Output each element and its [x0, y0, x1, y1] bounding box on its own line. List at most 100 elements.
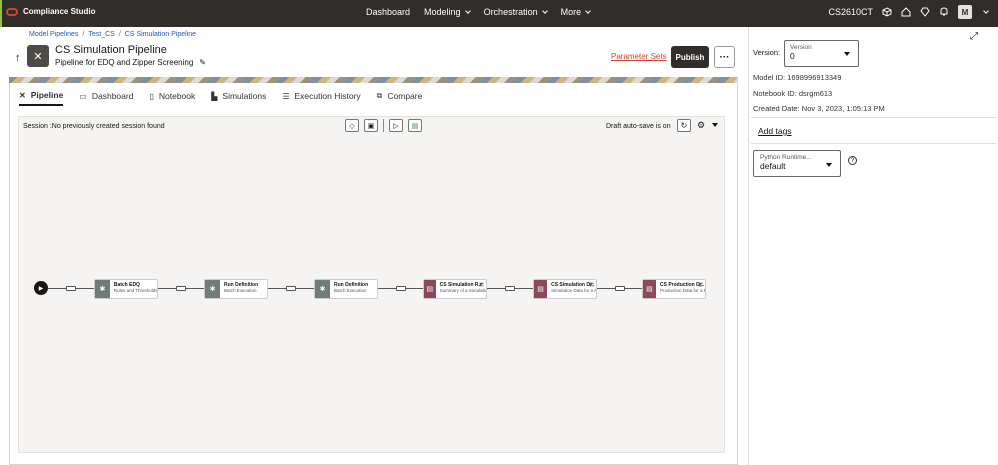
version-field-label: Version [790, 44, 812, 51]
connector-port[interactable] [395, 286, 406, 291]
nav-label: Orchestration [483, 7, 538, 17]
bell-icon[interactable] [939, 7, 949, 17]
node-description: Production Data for a Run [659, 288, 705, 293]
tab-compare[interactable]: ⧉ Compare [377, 91, 423, 105]
edit-pencil-icon[interactable]: ✎ [199, 58, 206, 67]
add-tags-link[interactable]: Add tags [758, 126, 792, 136]
pipeline-icon: ✕ [27, 45, 49, 67]
start-node-play-icon[interactable]: ▶ [34, 281, 48, 295]
connector-port[interactable] [286, 286, 296, 291]
node-description: Batch Execution [334, 288, 367, 293]
page-title: CS Simulation Pipeline [55, 44, 167, 56]
tab-notebook[interactable]: ▯ Notebook [149, 91, 195, 105]
node-description: Summary of a Simulation Run [439, 288, 486, 293]
connector-port[interactable] [66, 286, 76, 291]
help-icon[interactable]: ? [848, 156, 857, 165]
node-text: Run Definition Batch Execution [330, 280, 368, 298]
chevron-down-icon [585, 7, 591, 14]
pipeline-node[interactable]: ✱ Batch EDQ Rules and Thresholds [94, 279, 158, 299]
tab-simulations[interactable]: ▙ Simulations [211, 91, 266, 105]
pipeline-node[interactable]: ▤ CS Production D... Production Data for a… [642, 279, 706, 299]
more-actions-button[interactable]: ··· [714, 46, 735, 68]
compare-icon: ⧉ [376, 91, 383, 100]
pipeline-canvas[interactable]: Session :No previously created session f… [18, 116, 725, 453]
oracle-logo-icon [6, 7, 18, 16]
connector-port[interactable] [176, 286, 186, 291]
home-icon[interactable] [901, 7, 911, 17]
dataset-icon: ▤ [643, 280, 656, 298]
history-icon: ☰ [282, 91, 290, 101]
notebook-id: Notebook ID: dsrgm613 [753, 89, 833, 98]
tab-label: Simulations [222, 91, 267, 101]
pipeline-node[interactable]: ✱ Run Definition Batch Execution [204, 279, 268, 299]
header-tools: CS2610CT M [828, 5, 989, 19]
page-subtitle: Pipeline for EDQ and Zipper Screening ✎ [55, 58, 206, 67]
breadcrumb-item[interactable]: CS Simulation Pipeline [125, 31, 196, 38]
python-runtime-value: default [760, 161, 786, 171]
avatar[interactable]: M [958, 5, 972, 19]
breadcrumb-item[interactable]: Model Pipelines [29, 31, 78, 38]
parameter-sets-link[interactable]: Parameter Sets [611, 52, 667, 61]
chevron-down-icon [464, 7, 471, 14]
breadcrumb: Model Pipelines / Test_CS / CS Simulatio… [29, 31, 196, 38]
node-description: Batch Execution [224, 288, 257, 293]
divider [751, 143, 996, 144]
dataset-icon: ▤ [534, 280, 548, 298]
subtitle-text: Pipeline for EDQ and Zipper Screening [55, 58, 194, 67]
pipeline-node[interactable]: ▤ CS Simulation R... Summary of a Simulati… [423, 279, 487, 299]
python-runtime-label: Python Runtime... [760, 154, 812, 161]
divider [751, 117, 996, 118]
python-runtime-select[interactable]: Python Runtime... default [753, 150, 841, 177]
node-text: Run Definition Batch Execution [220, 280, 258, 298]
connector-port[interactable] [505, 286, 515, 291]
version-select[interactable]: Version 0 [784, 40, 859, 67]
nav-orchestration[interactable]: Orchestration [483, 7, 548, 17]
publish-button[interactable]: Publish [671, 46, 709, 68]
node-comment-icon[interactable]: ◩ [479, 282, 484, 288]
node-comment-icon[interactable]: ◩ [589, 282, 594, 288]
tab-bar: ✕ Pipeline ▭ Dashboard ▯ Notebook ▙ Simulati… [19, 87, 422, 109]
node-text: Batch EDQ Rules and Thresholds [110, 280, 157, 298]
tenant-label[interactable]: CS2610CT [828, 7, 873, 17]
pipeline-node[interactable]: ✱ Run Definition Batch Execution [314, 279, 378, 299]
model-id: Model ID: 1698996913349 [753, 73, 842, 82]
accent-strip [0, 0, 2, 27]
brand[interactable]: Compliance Studio [6, 7, 95, 16]
top-bar: Compliance Studio Dashboard Modeling Orc… [0, 0, 998, 27]
tab-label: Pipeline [30, 90, 64, 100]
pipeline-panel: ✕ Pipeline ▭ Dashboard ▯ Notebook ▙ Simulati… [9, 83, 738, 465]
pipeline-node[interactable]: ▤ CS Simulation D... Simulation Data for a… [533, 279, 597, 299]
breadcrumb-separator: / [118, 31, 121, 38]
task-icon: ✱ [315, 280, 330, 298]
node-comment-icon[interactable]: ◩ [698, 282, 703, 288]
main-nav: Dashboard Modeling Orchestration More [366, 7, 591, 17]
pipeline-flow: ▶ ✱ Batch EDQ Rules and Thresholds ✱ Run Def… [19, 117, 726, 454]
app-name: Compliance Studio [23, 7, 96, 16]
diamond-icon[interactable] [920, 7, 930, 17]
nav-more[interactable]: More [561, 7, 591, 17]
tab-label: Compare [387, 91, 423, 101]
tab-dashboard[interactable]: ▭ Dashboard [79, 91, 133, 105]
nav-label: Modeling [424, 7, 461, 17]
nav-modeling[interactable]: Modeling [424, 7, 471, 17]
breadcrumb-item[interactable]: Test_CS [88, 31, 114, 38]
cube-icon[interactable] [882, 7, 892, 17]
expand-icon[interactable]: ⤢ [970, 31, 978, 42]
nav-label: Dashboard [366, 7, 411, 17]
node-description: Simulation Data for a Run [551, 288, 596, 293]
tab-execution-history[interactable]: ☰ Execution History [282, 91, 360, 105]
chevron-down-icon [826, 163, 832, 167]
dataset-icon: ▤ [424, 280, 436, 298]
nav-dashboard[interactable]: Dashboard [366, 7, 410, 17]
notebook-icon: ▯ [149, 91, 154, 101]
chevron-down-icon[interactable] [983, 7, 989, 14]
connector-port[interactable] [614, 286, 625, 291]
tab-label: Dashboard [91, 91, 134, 101]
tab-pipeline[interactable]: ✕ Pipeline [19, 90, 64, 106]
tab-label: Execution History [294, 91, 361, 101]
back-arrow-icon[interactable]: ↑ [15, 52, 21, 64]
chevron-down-icon [844, 52, 850, 56]
task-icon: ✱ [95, 280, 110, 298]
chart-icon: ▙ [211, 91, 218, 101]
pipeline-icon: ✕ [19, 90, 26, 100]
